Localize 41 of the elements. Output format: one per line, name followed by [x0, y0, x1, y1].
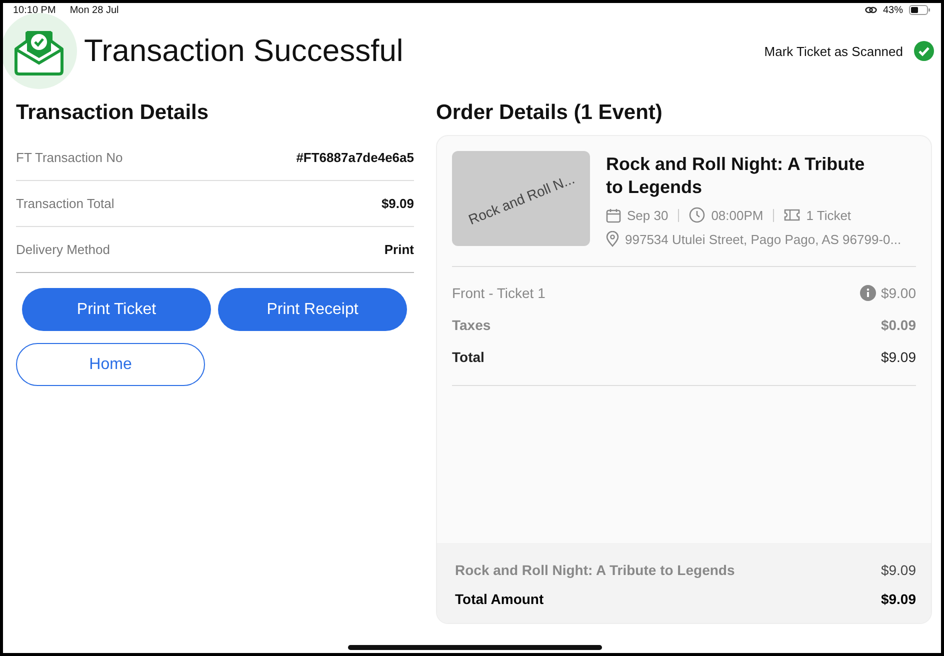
event-address: 997534 Utulei Street, Pago Pago, AS 96799-0... [625, 232, 902, 246]
status-time: 10:10 PM [13, 4, 56, 16]
clock-icon [689, 207, 706, 223]
action-button[interactable]: Print Receipt [218, 288, 407, 331]
line-label: Total [452, 349, 484, 365]
detail-label: Transaction Total [16, 196, 114, 211]
detail-label: FT Transaction No [16, 150, 123, 165]
event-time: 08:00PM [711, 208, 764, 222]
battery-icon [909, 5, 931, 15]
battery-percent: 43% [882, 4, 903, 16]
action-button[interactable]: Print Ticket [22, 288, 211, 331]
calendar-icon [606, 208, 621, 222]
line-value: $9.00 [880, 285, 916, 301]
summary-value: $9.09 [880, 562, 916, 578]
event-date: Sep 30 [627, 208, 668, 222]
page-title: Transaction Successful [84, 33, 404, 69]
line-label: Front - Ticket 1 [452, 285, 546, 301]
link-icon [864, 6, 877, 14]
checkbox[interactable] [914, 41, 934, 61]
ticket-icon [784, 209, 800, 221]
line-label: Taxes [452, 317, 491, 333]
summary-label: Total Amount [455, 590, 544, 606]
placeholder-text: Rock and Roll N... [466, 170, 576, 228]
summary-value: $9.09 [880, 590, 916, 606]
action-button[interactable]: Home [16, 343, 205, 386]
line-value: $0.09 [880, 317, 916, 333]
detail-label: Delivery Method [16, 242, 110, 257]
detail-value: Print [384, 242, 414, 257]
summary-label: Rock and Roll Night: A Tribute to Legends [455, 562, 735, 578]
location-pin-icon [606, 231, 619, 247]
section-heading: Order Details (1 Event) [436, 101, 664, 125]
mark-scanned-label: Mark Ticket as Scanned [764, 44, 903, 58]
info-icon[interactable] [860, 285, 876, 301]
event-title: Rock and Roll Night: A Tribute to Legends [606, 153, 866, 199]
envelope-check-icon [3, 13, 77, 89]
detail-value: #FT6887a7de4e6a5 [296, 150, 414, 165]
detail-value: $9.09 [381, 196, 414, 211]
status-date: Mon 28 Jul [70, 4, 119, 16]
line-value: $9.09 [880, 349, 916, 365]
section-heading: Transaction Details [16, 101, 210, 125]
ticket-count: 1 Ticket [806, 208, 852, 222]
